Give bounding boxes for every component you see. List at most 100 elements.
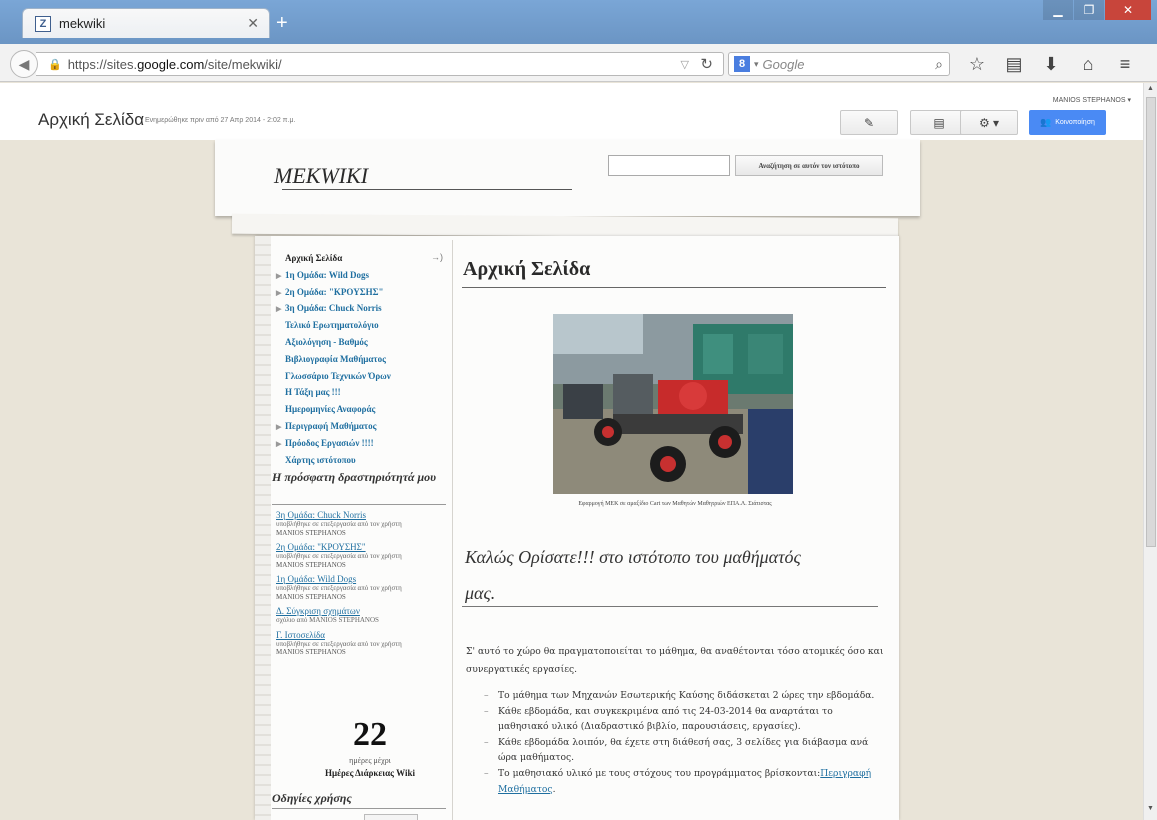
url-bar[interactable]: 🔒 https://sites. google.com/site/mekwiki/… xyxy=(36,52,724,76)
guide-widget[interactable] xyxy=(364,814,418,820)
welcome-heading-cont: μας. xyxy=(465,583,496,603)
activity-user: MANIOS STEPHANOS xyxy=(276,648,346,656)
tab-title: mekwiki xyxy=(59,16,106,31)
url-prefix: https://sites. xyxy=(67,56,138,72)
countdown-label: Ημέρες Διάρκειας Wiki xyxy=(325,768,415,778)
share-button[interactable]: 👥 Κοινοποίηση xyxy=(1029,110,1106,135)
reading-list-icon[interactable]: ▤ xyxy=(1005,54,1023,75)
expand-arrow-icon[interactable]: ▶ xyxy=(276,419,285,436)
user-name[interactable]: MANIOS STEPHANOS ▾ xyxy=(1053,96,1131,104)
activity-link[interactable]: Γ. Ιστοσελίδα xyxy=(276,630,446,640)
activity-user: MANIOS STEPHANOS xyxy=(276,560,346,569)
pencil-icon: ✎ xyxy=(863,115,875,130)
activity-action: υποβλήθηκε σε επεξεργασία από τον χρήστη xyxy=(276,639,402,648)
maximize-icon[interactable]: ❐ xyxy=(1074,0,1104,20)
scroll-down-icon[interactable]: ▼ xyxy=(1147,805,1154,812)
lock-icon: 🔒 xyxy=(48,58,62,71)
nav-item-glossary[interactable]: Γλωσσάριο Τεχνικών Όρων xyxy=(276,368,391,385)
nav-item-progress[interactable]: ▶ Πρόοδος Εργασιών !!!! xyxy=(276,435,391,452)
search-icon[interactable]: ⌕ xyxy=(935,56,943,73)
nav-item-bibliography[interactable]: Βιβλιογραφία Μαθήματος xyxy=(276,351,391,368)
zoho-favicon-icon: Z xyxy=(35,15,51,32)
activity-action: σχόλιο από MANIOS STEPHANOS xyxy=(276,616,379,624)
activity-action: υποβλήθηκε σε επεξεργασία από τον χρήστη xyxy=(276,584,402,592)
more-actions-button[interactable]: ⚙ ▾ xyxy=(960,110,1018,135)
share-people-icon: 👥 xyxy=(1040,117,1052,127)
browser-tab[interactable]: Z mekwiki ✕ xyxy=(22,8,270,38)
info-bullet-list: – Το μάθημα των Μηχανών Εσωτερικής Καύσης… xyxy=(484,688,884,797)
go-kart-photo[interactable] xyxy=(553,314,793,494)
nav-item-team1[interactable]: ▶ 1η Ομάδα: Wild Dogs xyxy=(276,267,391,284)
close-tab-icon[interactable]: ✕ xyxy=(247,15,259,32)
user-guide-title: Οδηγίες χρήσης xyxy=(272,791,352,805)
engine-dropdown-icon[interactable]: ▾ xyxy=(754,59,759,70)
recent-activity-title: Η πρόσφατη δραστηριότητά μου xyxy=(272,470,437,484)
back-arrow-icon[interactable]: ◀ xyxy=(10,50,38,78)
bookmark-star-icon[interactable]: ☆ xyxy=(968,54,986,75)
new-tab-icon[interactable]: + xyxy=(276,13,288,33)
search-placeholder: Google xyxy=(762,56,805,72)
site-title[interactable]: MEKWIKI xyxy=(274,163,368,189)
intro-paragraph: Σ' αυτό το χώρο θα πραγματοποιείται το μ… xyxy=(466,646,884,675)
reload-icon[interactable]: ↻ xyxy=(700,55,713,73)
activity-link[interactable]: Δ. Σύγκριση σχημάτων xyxy=(276,606,446,616)
nav-item-questionnaire[interactable]: Τελικό Ερωτηματολόγιο xyxy=(276,317,391,334)
new-page-icon: ▤ xyxy=(933,115,945,130)
sites-editor-header: Αρχική Σελίδα Ενημερώθηκε πριν από 27 Απ… xyxy=(0,83,1143,140)
window-titlebar: Z mekwiki ✕ + ▁ ❐ ✕ xyxy=(0,0,1157,44)
page-title: Αρχική Σελίδα xyxy=(38,110,145,129)
nav-item-description[interactable]: ▶ Περιγραφή Μαθήματος xyxy=(276,418,391,435)
scrollbar-thumb[interactable] xyxy=(1146,97,1156,547)
list-item: Δ. Σύγκριση σχημάτων σχόλιο από MANIOS S… xyxy=(276,606,446,625)
expand-arrow-icon[interactable]: ▶ xyxy=(276,285,285,302)
activity-link[interactable]: 1η Ομάδα: Wild Dogs xyxy=(276,574,446,584)
site-search-button[interactable]: Αναζήτηση σε αυτόν τον ιστότοπο xyxy=(735,155,883,176)
menu-icon[interactable]: ≡ xyxy=(1116,54,1134,75)
collapse-sidebar-icon[interactable]: →) xyxy=(431,252,443,262)
expand-arrow-icon[interactable]: ▶ xyxy=(276,436,285,453)
expand-arrow-icon[interactable]: ▶ xyxy=(276,268,285,285)
activity-link[interactable]: 3η Ομάδα: Chuck Norris xyxy=(276,510,446,520)
activity-link[interactable]: 2η Ομάδα: "ΚΡΟΥΣΗΣ" xyxy=(276,542,446,552)
activity-user: MANIOS STEPHANOS xyxy=(276,592,346,601)
url-host: google.com xyxy=(137,56,205,72)
vertical-scrollbar[interactable]: ▲ ▼ xyxy=(1143,83,1157,820)
list-item: – Το μάθημα των Μηχανών Εσωτερικής Καύσης… xyxy=(484,690,875,701)
main-page-title: Αρχική Σελίδα xyxy=(463,258,591,280)
list-item: 1η Ομάδα: Wild Dogs υποβλήθηκε σε επεξερ… xyxy=(276,574,446,601)
list-item: Γ. Ιστοσελίδα υποβλήθηκε σε επεξεργασία … xyxy=(276,630,446,657)
countdown-number: 22 xyxy=(353,716,387,753)
download-icon[interactable]: ⬇ xyxy=(1042,54,1060,75)
nav-item-team2[interactable]: ▶ 2η Ομάδα: "ΚΡΟΥΣΗΣ" xyxy=(276,284,391,301)
nav-item-grading[interactable]: Αξιολόγηση - Βαθμός xyxy=(276,334,391,351)
list-item: – Κάθε εβδομάδα λοιπόν, θα έχετε στη διάθ… xyxy=(484,736,869,764)
countdown-sub: ημέρες μέχρι xyxy=(349,756,391,765)
search-engine-icon[interactable]: 8 xyxy=(734,56,750,72)
site-search-input[interactable] xyxy=(608,155,730,176)
home-icon[interactable]: ⌂ xyxy=(1079,54,1097,75)
scroll-up-icon[interactable]: ▲ xyxy=(1147,85,1154,92)
nav-item-sitemap[interactable]: Χάρτης ιστότοπου xyxy=(276,452,391,469)
minimize-icon[interactable]: ▁ xyxy=(1043,0,1073,20)
edit-page-button[interactable]: ✎ xyxy=(840,110,898,135)
list-item: – Κάθε εβδομάδα, και συγκεκριμένα από τις… xyxy=(484,705,833,733)
divider xyxy=(272,808,446,809)
list-item: 3η Ομάδα: Chuck Norris υποβλήθηκε σε επε… xyxy=(276,510,446,537)
torn-paper-edge xyxy=(255,236,271,820)
nav-item-dates[interactable]: Ημερομηνίες Αναφοράς xyxy=(276,401,391,418)
recent-activity-list: 3η Ομάδα: Chuck Norris υποβλήθηκε σε επε… xyxy=(276,510,446,662)
close-window-icon[interactable]: ✕ xyxy=(1105,0,1151,20)
activity-action: υποβλήθηκε σε επεξεργασία από τον χρήστη xyxy=(276,520,402,528)
divider xyxy=(462,287,886,288)
last-updated-text: Ενημερώθηκε πριν από 27 Απρ 2014 - 2:02 … xyxy=(145,117,296,124)
expand-arrow-icon[interactable]: ▶ xyxy=(276,301,285,318)
dropdown-arrow-icon[interactable]: ▽ xyxy=(681,58,689,71)
nav-item-home[interactable]: Αρχική Σελίδα xyxy=(276,250,391,267)
search-bar[interactable]: 8 ▾ Google ⌕ xyxy=(728,52,950,76)
sidebar-navigation: Αρχική Σελίδα ▶ 1η Ομάδα: Wild Dogs ▶ 2η Ο… xyxy=(276,250,391,468)
gear-icon: ⚙ ▾ xyxy=(978,115,1000,130)
nav-item-team3[interactable]: ▶ 3η Ομάδα: Chuck Norris xyxy=(276,300,391,317)
welcome-heading: Καλώς Ορίσατε!!! στο ιστότοπο του μαθήμα… xyxy=(465,547,801,567)
activity-user: MANIOS STEPHANOS xyxy=(276,528,346,537)
nav-item-class[interactable]: Η Τάξη μας !!! xyxy=(276,384,391,401)
